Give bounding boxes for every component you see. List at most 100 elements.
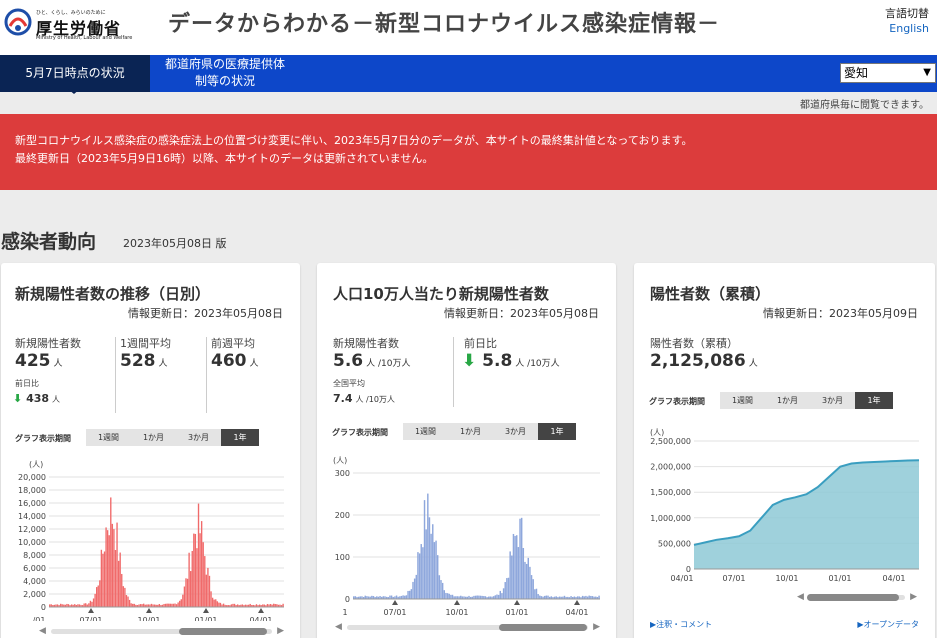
period-1month-button[interactable]: 1か月 <box>765 392 810 409</box>
bar <box>507 577 510 599</box>
metric-unit: 人 /10万人 <box>366 359 411 369</box>
y-tick-label: 0 <box>41 603 46 612</box>
y-tick-label: 14,000 <box>18 512 46 521</box>
bar <box>418 553 421 599</box>
bar <box>222 603 225 607</box>
week-avg-unit: 人 <box>158 359 168 369</box>
x-tick-label: 10/01 <box>137 616 160 621</box>
metric-unit: 人 <box>748 359 758 369</box>
period-1year-button[interactable]: 1年 <box>855 392 893 409</box>
scroll-left-icon[interactable]: ◀ <box>335 622 342 632</box>
period-1year-button[interactable]: 1年 <box>538 423 576 440</box>
bar <box>588 595 590 599</box>
bar <box>194 533 197 607</box>
graph-period-label: グラフ表示期間 <box>649 397 705 406</box>
bar <box>499 590 501 599</box>
bar <box>113 529 115 607</box>
metric-label: 陽性者数（累積） <box>650 337 738 350</box>
period-toggle: 1週間 1か月 3か月 1年 <box>403 423 576 440</box>
bar <box>103 551 106 607</box>
chart-scrollbar[interactable]: ◀ ▶ <box>39 626 284 636</box>
scroll-left-icon[interactable]: ◀ <box>39 626 46 636</box>
bar <box>188 552 190 607</box>
scroll-right-icon[interactable]: ▶ <box>593 622 600 632</box>
scroll-left-icon[interactable]: ◀ <box>797 592 804 602</box>
metric-value: 5.6 人 /10万人 <box>333 351 410 371</box>
bar <box>124 587 126 607</box>
section-date: 2023年05月08日 版 <box>123 237 227 250</box>
bar <box>422 547 424 599</box>
bar <box>199 533 201 607</box>
y-tick-label: 2,500,000 <box>650 437 691 446</box>
y-tick-label: 16,000 <box>18 499 46 508</box>
card-updated-date: 情報更新日：2023年05月09日 <box>763 307 918 320</box>
bar <box>105 527 107 607</box>
scroll-right-icon[interactable]: ▶ <box>910 592 917 602</box>
scroll-thumb[interactable] <box>499 624 587 631</box>
bar <box>547 595 549 599</box>
bar <box>106 530 109 607</box>
chart-scrollbar[interactable]: ◀ ▶ <box>335 622 600 632</box>
bar <box>99 580 101 607</box>
bar <box>432 524 434 599</box>
chart-scrollbar[interactable]: ◀ ▶ <box>797 592 917 602</box>
bar <box>522 547 525 599</box>
x-tick-label: 04/01 <box>670 574 693 583</box>
period-3month-button[interactable]: 3か月 <box>810 392 855 409</box>
y-tick-label: 200 <box>335 511 350 520</box>
x-tick-marker <box>574 600 580 605</box>
tab-current-status[interactable]: 5月7日時点の状況 <box>0 55 150 92</box>
period-3month-button[interactable]: 3か月 <box>493 423 538 440</box>
period-1week-button[interactable]: 1週間 <box>86 429 131 446</box>
bar <box>180 599 182 607</box>
dod-label: 前日比 <box>464 337 497 350</box>
bar <box>516 535 518 599</box>
mhlw-logo[interactable]: ひと、くらし、みらいのために 厚生労働省 Ministry of Health,… <box>4 8 132 42</box>
prev-week-avg-label: 前週平均 <box>211 337 255 350</box>
period-1month-button[interactable]: 1か月 <box>131 429 176 446</box>
bar <box>440 580 442 599</box>
bar <box>530 575 533 599</box>
tab-medical-system-line1: 都道府県の医療提供体 <box>164 57 285 71</box>
bar <box>448 593 450 599</box>
period-3month-button[interactable]: 3か月 <box>176 429 221 446</box>
scroll-right-icon[interactable]: ▶ <box>277 626 284 636</box>
period-1week-button[interactable]: 1週間 <box>403 423 448 440</box>
tab-medical-system-line2: 制等の状況 <box>194 74 255 88</box>
bar <box>443 590 446 599</box>
bar <box>177 602 179 607</box>
bar <box>128 599 131 607</box>
week-avg-value: 528 人 <box>120 351 168 371</box>
bar <box>88 603 90 607</box>
bar <box>529 566 531 599</box>
open-data-link[interactable]: ▶オープンデータ <box>857 619 919 630</box>
card-cumulative: 陽性者数（累積） 情報更新日：2023年05月09日 陽性者数（累積） 2,12… <box>634 263 935 638</box>
arrow-down-icon: ⬇ <box>13 392 23 405</box>
y-tick-label: 1,000,000 <box>650 514 691 523</box>
bar <box>509 551 511 599</box>
y-axis-unit-label: (人) <box>650 428 664 437</box>
metric-number: 425 <box>15 351 51 371</box>
bar <box>114 550 117 607</box>
bar <box>119 552 121 607</box>
card-new-positives: 新規陽性者数の推移（日別） 情報更新日：2023年05月08日 新規陽性者数 4… <box>1 263 300 638</box>
period-1week-button[interactable]: 1週間 <box>720 392 765 409</box>
english-link[interactable]: English <box>889 22 929 35</box>
prefecture-select[interactable]: 愛知 ▼ <box>840 63 936 83</box>
bar <box>108 535 110 607</box>
period-1month-button[interactable]: 1か月 <box>448 423 493 440</box>
notes-link[interactable]: ▶注釈・コメント <box>650 619 712 630</box>
bar <box>190 571 192 607</box>
tab-medical-system[interactable]: 都道府県の医療提供体 制等の状況 <box>150 56 300 91</box>
scroll-thumb[interactable] <box>179 628 267 635</box>
x-tick-label: 10/01 <box>775 574 798 583</box>
bar <box>402 595 404 599</box>
chevron-down-icon: ▼ <box>923 67 931 78</box>
bar <box>211 597 214 607</box>
national-avg-label: 全国平均 <box>333 379 365 388</box>
y-tick-label: 12,000 <box>18 525 46 534</box>
period-1year-button[interactable]: 1年 <box>221 429 259 446</box>
bar <box>200 521 203 607</box>
scroll-thumb[interactable] <box>807 594 899 601</box>
bar <box>539 595 541 599</box>
